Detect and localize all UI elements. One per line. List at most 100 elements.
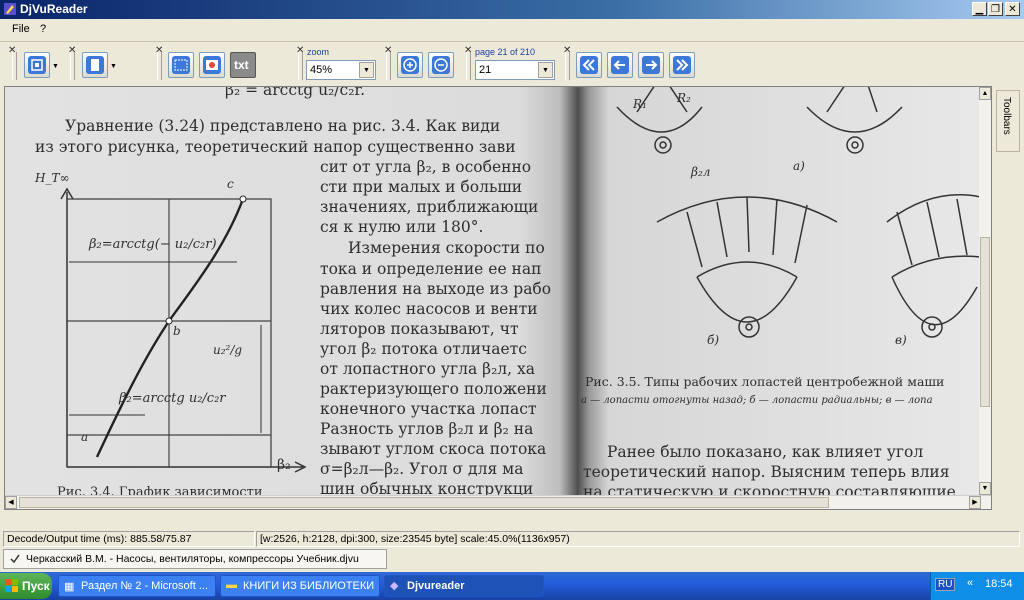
toolbar-grip[interactable]: [386, 52, 391, 80]
label-beta: β₂л: [691, 165, 711, 179]
figure-point-a: a: [81, 430, 89, 444]
figure-formula-bottom: β₂=arcctg u₂/c₂r: [119, 391, 226, 406]
clock: 18:54: [985, 578, 1013, 590]
title-bar: DjVuReader ▁ ❐ ✕: [0, 0, 1024, 19]
taskbar-item-label: КНИГИ ИЗ БИБЛИОТЕКИ: [243, 580, 375, 592]
select-text-button[interactable]: txt: [230, 52, 256, 78]
book-line: σ=β₂л—β₂. Угол σ для ма: [320, 460, 524, 478]
book-line: Уравнение (3.24) представлено на рис. 3.…: [65, 117, 501, 135]
tray-expand-icon[interactable]: «: [967, 577, 973, 589]
book-line: сти при малых и больши: [320, 178, 523, 196]
toolbar-grip[interactable]: [70, 52, 75, 80]
taskbar-item-label: Раздел № 2 - Microsoft ...: [81, 580, 209, 592]
zoom-value: 45%: [310, 64, 333, 76]
document-tab[interactable]: Черкасский В.М. - Насосы, вентиляторы, к…: [3, 549, 387, 569]
page-select[interactable]: 21 ▼: [475, 60, 555, 80]
select-image-button[interactable]: [199, 52, 225, 78]
book-line: Измерения скорости по: [348, 239, 545, 257]
close-button[interactable]: ✕: [1005, 2, 1020, 16]
horizontal-scrollbar[interactable]: ◀ ▶: [5, 495, 991, 509]
arrow-left-icon: [611, 56, 629, 74]
view-mode-dropdown-icon[interactable]: ▼: [52, 63, 59, 70]
page-info-status: [w:2526, h:2128, dpi:300, size:23545 byt…: [256, 531, 1020, 547]
figure-x-axis-label: β₂: [277, 457, 291, 473]
folder-icon: ▬: [226, 579, 237, 591]
figure-point-c: c: [227, 177, 234, 191]
figure-3-5-caption: Рис. 3.5. Типы рабочих лопастей центробе…: [585, 374, 945, 389]
vertical-scrollbar[interactable]: ▲ ▼: [979, 87, 991, 495]
selection-rectangle-icon: [172, 56, 190, 74]
taskbar-item-folder[interactable]: ▬ КНИГИ ИЗ БИБЛИОТЕКИ: [220, 575, 380, 597]
page-layout-button[interactable]: [82, 52, 108, 78]
document-view[interactable]: β₂ = arcctg u₂/c₂r. Уравнение (3.24) пре…: [4, 86, 992, 510]
restore-button[interactable]: ❐: [988, 2, 1003, 16]
language-indicator[interactable]: RU: [935, 578, 956, 591]
view-mode-icon: [28, 56, 46, 74]
scroll-up-button[interactable]: ▲: [979, 87, 991, 100]
vertical-scroll-thumb[interactable]: [980, 237, 990, 407]
book-line: угол β₂ потока отличаетс: [320, 340, 527, 358]
scroll-down-button[interactable]: ▼: [979, 482, 991, 495]
page-dropdown-icon[interactable]: ▼: [538, 62, 553, 78]
toolbars-tab-label: Toolbars: [1001, 97, 1012, 135]
start-button[interactable]: Пуск: [0, 573, 52, 599]
menu-file[interactable]: File: [12, 23, 30, 35]
page-layout-dropdown-icon[interactable]: ▼: [110, 63, 117, 70]
toolbar-grip[interactable]: [565, 52, 570, 80]
figure-3-4: [60, 187, 307, 473]
figure-3-5-subcaption: а — лопасти отогнуты назад; б — лопасти …: [581, 395, 933, 406]
book-line: ляторов показывают, чт: [320, 320, 519, 338]
text-button-label: txt: [234, 58, 249, 72]
book-line: тока и определение ее нап: [320, 260, 542, 278]
zoom-dropdown-icon[interactable]: ▼: [359, 62, 374, 78]
book-line: ся к нулю или 180°.: [320, 218, 484, 236]
horizontal-scroll-thumb[interactable]: [19, 497, 829, 508]
zoom-in-button[interactable]: [397, 52, 423, 78]
page-label: page 21 of 210: [475, 47, 536, 57]
previous-page-button[interactable]: [607, 52, 633, 78]
toolbar-grip[interactable]: [157, 52, 162, 80]
minimize-button[interactable]: ▁: [972, 2, 987, 16]
taskbar-item-word[interactable]: ▦ Раздел № 2 - Microsoft ...: [58, 575, 216, 597]
taskbar-item-label: Djvureader: [407, 580, 465, 592]
zoom-select[interactable]: 45% ▼: [306, 60, 376, 80]
first-page-button[interactable]: [576, 52, 602, 78]
zoom-label: zoom: [307, 47, 330, 57]
word-icon: ▦: [64, 581, 75, 593]
djvureader-app-icon: [4, 3, 16, 15]
zoom-out-button[interactable]: [428, 52, 454, 78]
menu-help[interactable]: ?: [40, 23, 46, 35]
last-page-icon: [673, 56, 691, 74]
start-label: Пуск: [22, 579, 50, 593]
book-line: β₂ = arcctg u₂/c₂r.: [225, 87, 366, 99]
document-tab-label: Черкасский В.М. - Насосы, вентиляторы, к…: [26, 553, 359, 565]
scroll-left-button[interactable]: ◀: [5, 496, 17, 509]
toolbar-grip[interactable]: [466, 52, 471, 80]
first-page-icon: [580, 56, 598, 74]
book-line: равления на выходе из рабо: [320, 280, 552, 298]
figure-caption: Рис. 3.4. График зависимости: [57, 485, 263, 495]
book-line: сит от угла β₂, в особенно: [320, 158, 532, 176]
taskbar-item-djvureader[interactable]: ◆ Djvureader: [384, 575, 544, 597]
label-b: б): [707, 333, 720, 347]
toolbar-grip[interactable]: [298, 52, 303, 80]
last-page-button[interactable]: [669, 52, 695, 78]
label-r2: R₂: [677, 91, 691, 105]
book-line: шин обычных конструкци: [320, 480, 534, 495]
view-mode-button[interactable]: [24, 52, 50, 78]
menu-bar: File ?: [0, 19, 1024, 42]
book-line: от лопастного угла β₂л, ха: [320, 360, 535, 378]
figure-y-axis-label: H_T∞: [35, 171, 70, 185]
select-region-button[interactable]: [168, 52, 194, 78]
document-tabs: Черкасский В.М. - Насосы, вентиляторы, к…: [0, 548, 1024, 572]
toolbar-grip[interactable]: [12, 52, 17, 80]
page-icon: [86, 56, 104, 74]
next-page-button[interactable]: [638, 52, 664, 78]
toolbars-side-tab[interactable]: Toolbars: [996, 90, 1020, 152]
figure-point-b: b: [173, 324, 181, 338]
scroll-right-button[interactable]: ▶: [969, 496, 981, 509]
status-bar: Decode/Output time (ms): 885.58/75.87 [w…: [0, 530, 1024, 548]
zoom-in-icon: [401, 56, 419, 74]
zoom-out-icon: [432, 56, 450, 74]
decode-time-status: Decode/Output time (ms): 885.58/75.87: [3, 531, 255, 547]
